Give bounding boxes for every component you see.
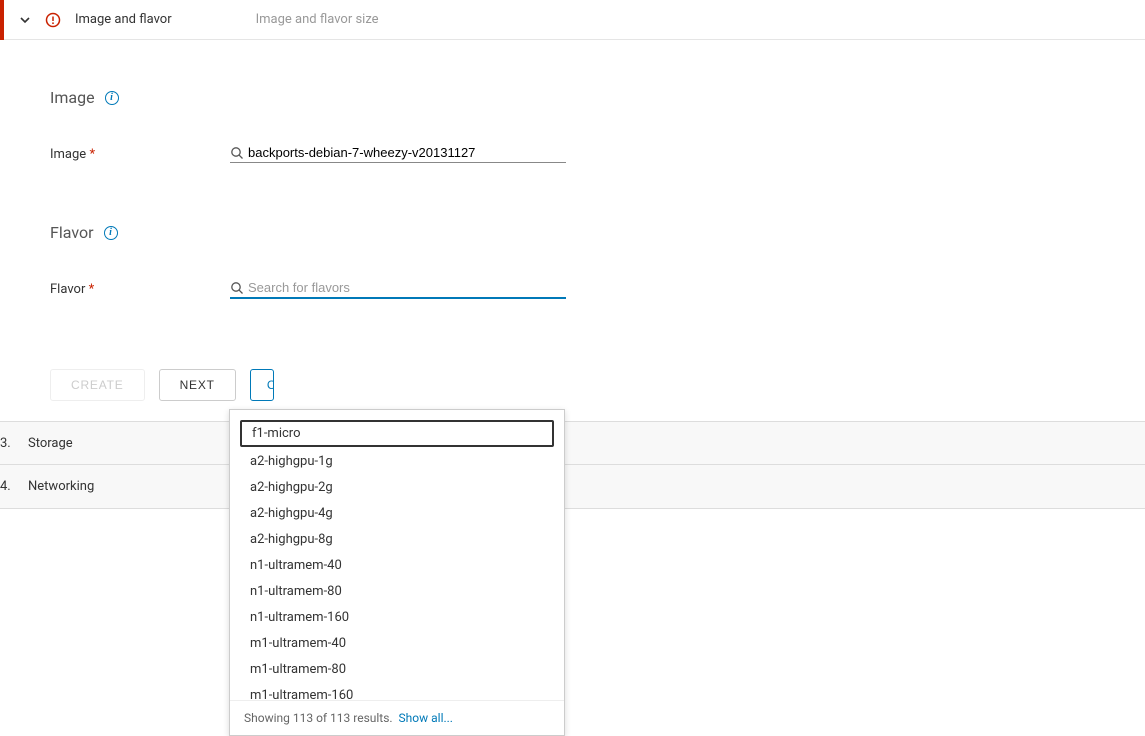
info-icon[interactable]: i [105, 91, 119, 105]
show-all-link[interactable]: Show all... [399, 711, 453, 725]
flavor-option[interactable]: n1-ultramem-160 [240, 606, 554, 629]
flavor-section-heading: Flavor i [50, 223, 1095, 242]
flavor-field-label: Flavor * [50, 282, 210, 297]
step-label: Storage [28, 436, 73, 451]
image-field-label: Image * [50, 147, 210, 162]
image-section-heading: Image i [50, 88, 1095, 107]
flavor-option[interactable]: m1-ultramem-80 [240, 658, 554, 681]
flavor-input[interactable] [248, 280, 566, 295]
create-button[interactable]: Create [50, 369, 145, 401]
step-label: Networking [28, 479, 94, 494]
flavor-option[interactable]: a2-highgpu-8g [240, 528, 554, 551]
required-marker: * [89, 147, 95, 162]
chevron-down-icon[interactable] [19, 14, 31, 26]
step-storage[interactable]: 3. Storage [0, 421, 1145, 465]
flavor-field-row: Flavor * [50, 280, 1095, 299]
flavor-option[interactable]: a2-highgpu-4g [240, 502, 554, 525]
flavor-heading-text: Flavor [50, 223, 94, 242]
dropdown-count: Showing 113 of 113 results. [244, 711, 393, 725]
step-number: 4. [0, 479, 28, 494]
flavor-option[interactable]: a2-highgpu-2g [240, 476, 554, 499]
cancel-button[interactable]: C [250, 369, 274, 401]
accent-strip [0, 0, 4, 40]
flavor-option[interactable]: a2-highgpu-1g [240, 450, 554, 473]
flavor-option[interactable]: m1-ultramem-40 [240, 632, 554, 655]
required-marker: * [89, 282, 95, 297]
flavor-dropdown: f1-micro a2-highgpu-1g a2-highgpu-2g a2-… [229, 409, 565, 736]
search-icon [230, 146, 244, 160]
header-subtitle: Image and flavor size [256, 12, 379, 27]
flavor-dropdown-list[interactable]: f1-micro a2-highgpu-1g a2-highgpu-2g a2-… [230, 410, 564, 700]
next-button[interactable]: Next [159, 369, 236, 401]
search-icon [230, 281, 244, 295]
info-icon[interactable]: i [104, 226, 118, 240]
image-heading-text: Image [50, 88, 95, 107]
flavor-option[interactable]: m1-ultramem-160 [240, 684, 554, 700]
header-title: Image and flavor [75, 12, 172, 27]
flavor-option[interactable]: n1-ultramem-40 [240, 554, 554, 577]
flavor-dropdown-footer: Showing 113 of 113 results. Show all... [230, 700, 564, 735]
flavor-option[interactable]: n1-ultramem-80 [240, 580, 554, 603]
flavor-search-field[interactable] [230, 280, 566, 299]
buttons-row: Create Next C [50, 369, 1095, 401]
main-content: Image i Image * Flavor i Flavor * [0, 88, 1145, 401]
section-header: Image and flavor Image and flavor size [0, 0, 1145, 40]
step-number: 3. [0, 436, 28, 451]
alert-icon [45, 12, 61, 28]
flavor-option[interactable]: f1-micro [240, 420, 554, 447]
image-search-field[interactable] [230, 145, 566, 163]
image-field-row: Image * [50, 145, 1095, 163]
step-networking[interactable]: 4. Networking [0, 465, 1145, 509]
image-input[interactable] [248, 145, 566, 160]
